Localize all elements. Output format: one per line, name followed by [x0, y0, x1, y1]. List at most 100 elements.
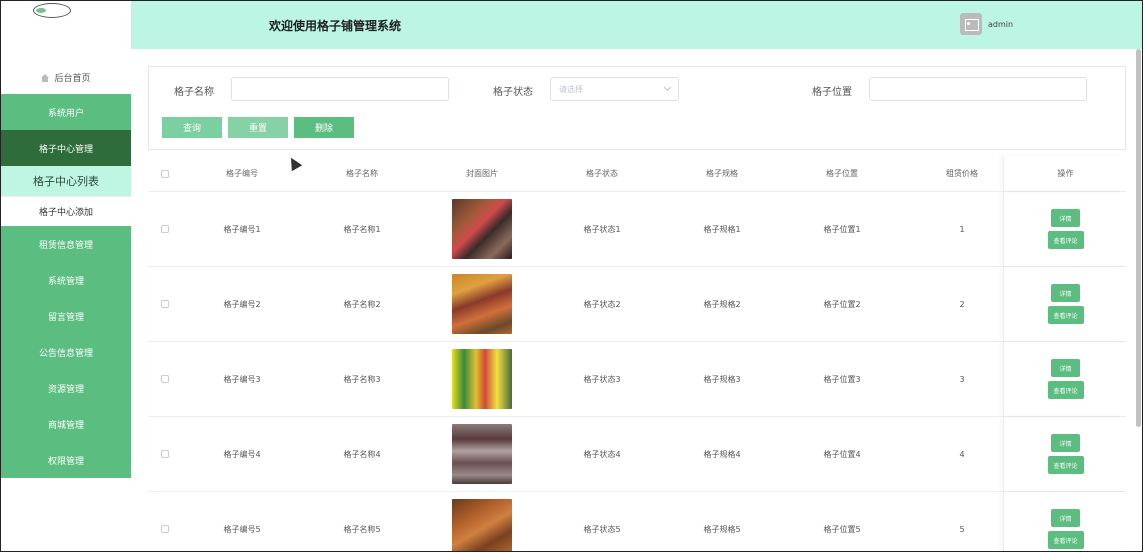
sidebar-item-mall[interactable]: 商城管理 [1, 406, 131, 442]
col-header[interactable]: 格子编号 [182, 156, 302, 191]
cover-image[interactable] [452, 274, 512, 334]
col-header[interactable]: 格子位置 [782, 156, 902, 191]
cover-image[interactable] [452, 499, 512, 551]
row-actions: 详情 查看评论 [1003, 342, 1126, 416]
search-form: 格子名称 格子状态 请选择 格子位置 查询 重置 删除 [148, 66, 1126, 150]
cell-spec: 格子规格4 [703, 449, 741, 459]
sidebar-item-rental[interactable]: 租赁信息管理 [1, 226, 131, 262]
sidebar-menu: 系统用户 格子中心管理 格子中心列表 格子中心添加 租赁信息管理 系统管理 留言… [1, 94, 131, 478]
sidebar-item-grid-center[interactable]: 格子中心管理 [1, 130, 131, 166]
cell-name: 格子名称4 [343, 449, 381, 459]
name-input[interactable] [231, 77, 449, 101]
sidebar-item-home[interactable]: 后台首页 [1, 61, 131, 94]
col-header: 封面图片 [466, 169, 498, 178]
cell-id: 格子编号2 [223, 299, 261, 309]
table-row: 格子编号1 格子名称1 格子状态1 格子规格1 格子位置1 1 详情 查看评论 [148, 192, 1126, 267]
view-comments-button[interactable]: 查看评论 [1047, 381, 1084, 399]
sidebar-subitem-grid-add[interactable]: 格子中心添加 [1, 196, 131, 226]
top-header: 欢迎使用格子铺管理系统 admin [131, 1, 1142, 49]
status-placeholder: 请选择 [559, 84, 583, 94]
location-input[interactable] [869, 77, 1087, 101]
cell-name: 格子名称2 [343, 299, 381, 309]
name-label: 格子名称 [174, 87, 214, 98]
cell-location: 格子位置1 [823, 224, 861, 234]
row-actions: 详情 查看评论 [1003, 492, 1126, 551]
reset-button[interactable]: 重置 [228, 117, 288, 138]
detail-button[interactable]: 详情 [1051, 509, 1080, 527]
cell-status: 格子状态5 [583, 524, 621, 534]
row-checkbox[interactable] [161, 300, 169, 308]
cover-image[interactable] [452, 424, 512, 484]
cell-spec: 格子规格5 [703, 524, 741, 534]
cell-name: 格子名称5 [343, 524, 381, 534]
cell-id: 格子编号5 [223, 524, 261, 534]
table-row: 格子编号2 格子名称2 格子状态2 格子规格2 格子位置2 2 详情 查看评论 [148, 267, 1126, 342]
sidebar-item-permissions[interactable]: 权限管理 [1, 442, 131, 478]
table-row: 格子编号4 格子名称4 格子状态4 格子规格4 格子位置4 4 详情 查看评论 [148, 417, 1126, 492]
cell-spec: 格子规格3 [703, 374, 741, 384]
main-content: 格子名称 格子状态 请选择 格子位置 查询 重置 删除 格子编号 格子名称 封面… [131, 49, 1142, 551]
table-row: 格子编号3 格子名称3 格子状态3 格子规格3 格子位置3 3 详情 查看评论 [148, 342, 1126, 417]
page-title: 欢迎使用格子铺管理系统 [269, 19, 402, 33]
detail-button[interactable]: 详情 [1051, 284, 1080, 302]
detail-button[interactable]: 详情 [1051, 359, 1080, 377]
data-table: 格子编号 格子名称 封面图片 格子状态 格子规格 格子位置 租赁价格 操作 格子… [148, 156, 1126, 551]
delete-button[interactable]: 删除 [294, 117, 354, 138]
col-header[interactable]: 格子规格 [662, 156, 782, 191]
cell-id: 格子编号3 [223, 374, 261, 384]
status-select[interactable]: 请选择 [550, 77, 679, 101]
cell-name: 格子名称3 [343, 374, 381, 384]
row-checkbox[interactable] [161, 225, 169, 233]
detail-button[interactable]: 详情 [1051, 434, 1080, 452]
sidebar-subitem-grid-list[interactable]: 格子中心列表 [1, 166, 131, 196]
cover-image[interactable] [452, 349, 512, 409]
sidebar: 后台首页 系统用户 格子中心管理 格子中心列表 格子中心添加 租赁信息管理 系统… [1, 1, 131, 551]
sidebar-item-label: 后台首页 [54, 74, 91, 84]
cell-location: 格子位置5 [823, 524, 861, 534]
table-body: 格子编号1 格子名称1 格子状态1 格子规格1 格子位置1 1 详情 查看评论 … [148, 192, 1126, 551]
cell-status: 格子状态2 [583, 299, 621, 309]
row-actions: 详情 查看评论 [1003, 267, 1126, 341]
cell-status: 格子状态3 [583, 374, 621, 384]
row-actions: 详情 查看评论 [1003, 192, 1126, 266]
cover-image[interactable] [452, 199, 512, 259]
table-row: 格子编号5 格子名称5 格子状态5 格子规格5 格子位置5 5 详情 查看评论 [148, 492, 1126, 551]
home-icon [41, 73, 50, 82]
sidebar-item-system[interactable]: 系统管理 [1, 262, 131, 298]
cell-status: 格子状态4 [583, 449, 621, 459]
row-checkbox[interactable] [161, 375, 169, 383]
cell-name: 格子名称1 [343, 224, 381, 234]
chevron-down-icon [663, 83, 672, 92]
cell-spec: 格子规格1 [703, 224, 741, 234]
view-comments-button[interactable]: 查看评论 [1047, 231, 1084, 249]
sidebar-item-messages[interactable]: 留言管理 [1, 298, 131, 334]
row-checkbox[interactable] [161, 450, 169, 458]
sidebar-item-announcements[interactable]: 公告信息管理 [1, 334, 131, 370]
select-all-checkbox[interactable] [161, 169, 169, 178]
username[interactable]: admin [988, 20, 1013, 29]
col-header: 操作 [1057, 169, 1074, 178]
logo [33, 3, 71, 18]
query-button[interactable]: 查询 [162, 117, 222, 138]
location-label: 格子位置 [812, 87, 852, 98]
sidebar-item-system-users[interactable]: 系统用户 [1, 94, 131, 130]
app-window: 后台首页 系统用户 格子中心管理 格子中心列表 格子中心添加 租赁信息管理 系统… [0, 0, 1143, 552]
cell-location: 格子位置2 [823, 299, 861, 309]
cell-id: 格子编号4 [223, 449, 261, 459]
col-header[interactable]: 格子名称 [302, 156, 422, 191]
view-comments-button[interactable]: 查看评论 [1047, 306, 1084, 324]
cell-id: 格子编号1 [223, 224, 261, 234]
cell-status: 格子状态1 [583, 224, 621, 234]
col-header[interactable]: 格子状态 [542, 156, 662, 191]
scrollbar[interactable] [1136, 49, 1141, 427]
detail-button[interactable]: 详情 [1051, 209, 1080, 227]
row-checkbox[interactable] [161, 525, 169, 533]
cell-spec: 格子规格2 [703, 299, 741, 309]
row-actions: 详情 查看评论 [1003, 417, 1126, 491]
cell-location: 格子位置3 [823, 374, 861, 384]
view-comments-button[interactable]: 查看评论 [1047, 531, 1084, 549]
sidebar-item-resources[interactable]: 资源管理 [1, 370, 131, 406]
view-comments-button[interactable]: 查看评论 [1047, 456, 1084, 474]
cell-location: 格子位置4 [823, 449, 861, 459]
avatar-icon[interactable] [960, 13, 982, 35]
